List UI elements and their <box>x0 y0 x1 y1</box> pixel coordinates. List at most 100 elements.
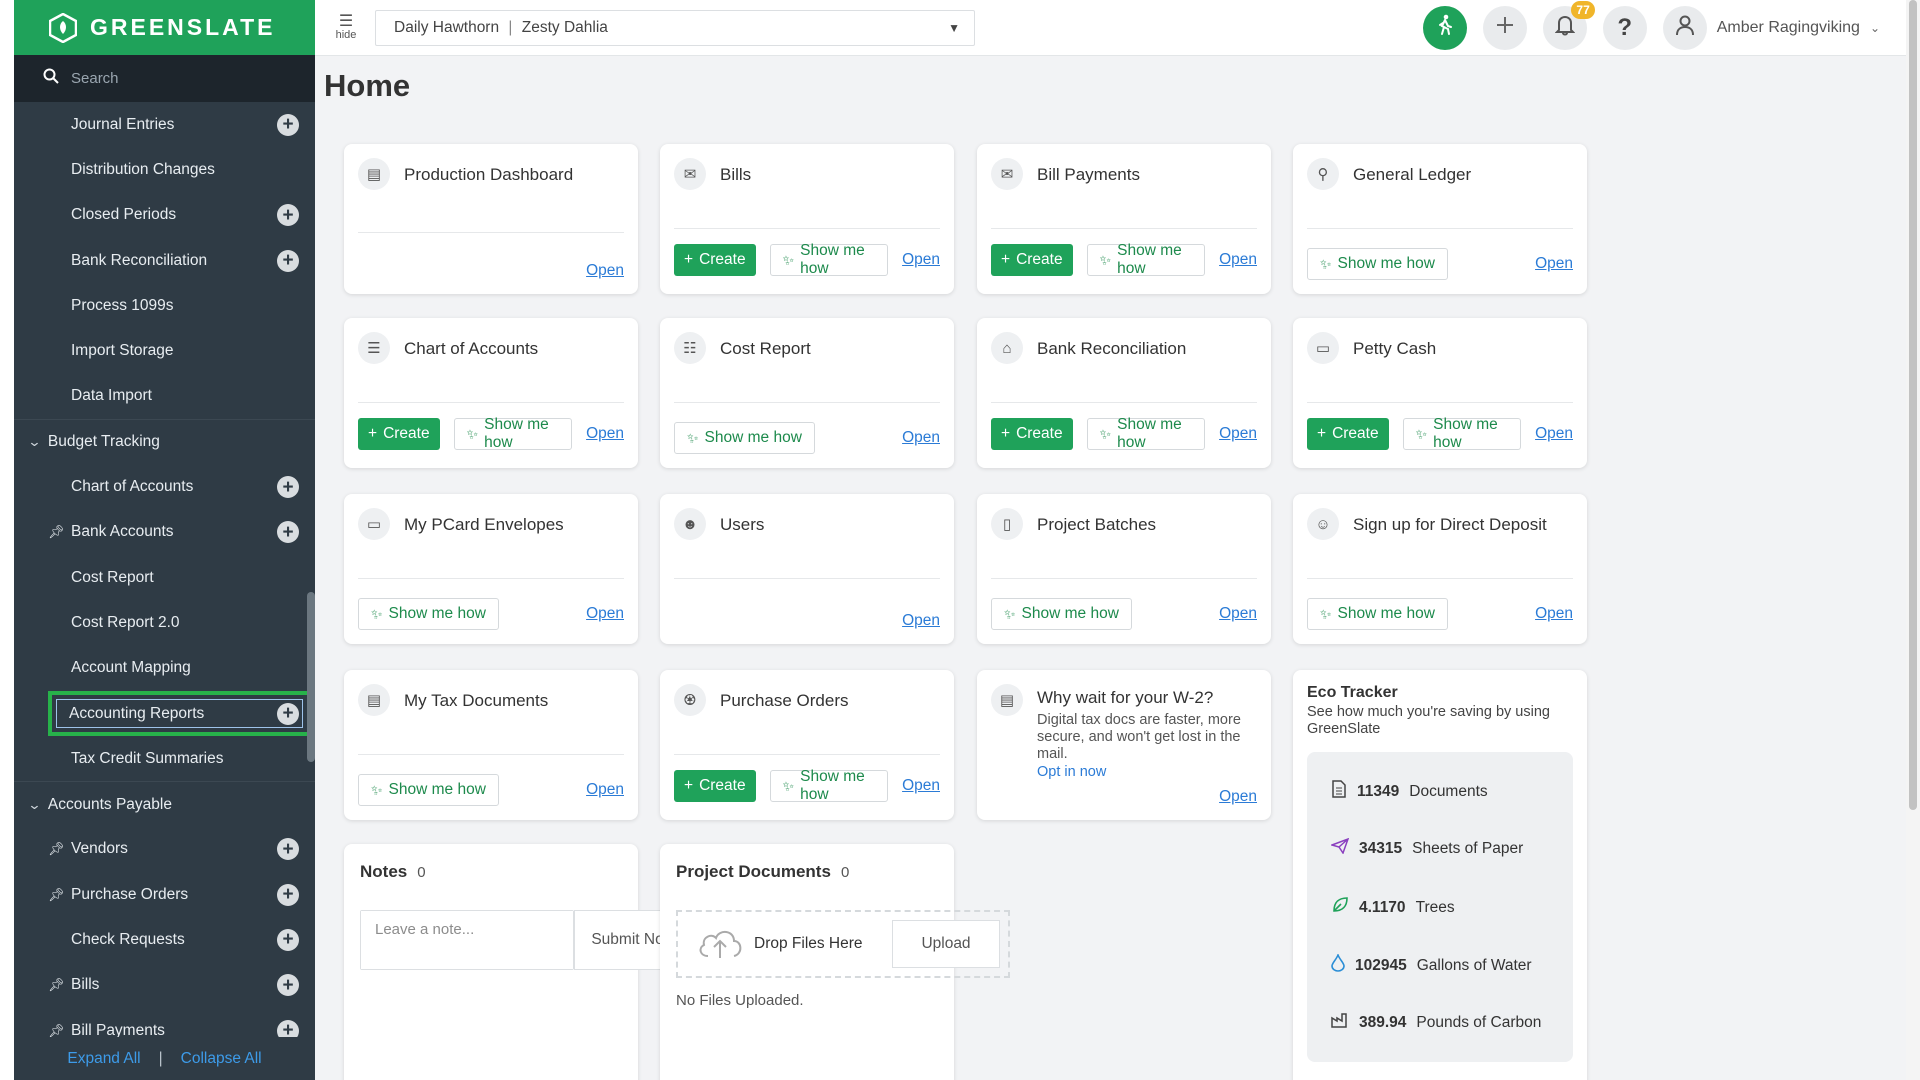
sidebar-item-journal-entries[interactable]: Journal Entries + <box>14 102 315 147</box>
file-drop-zone[interactable]: Drop Files Here Upload <box>676 910 1010 978</box>
create-button[interactable]: + Create <box>674 244 756 276</box>
show-me-how-button[interactable]: ✨︎ Show me how <box>1086 416 1206 451</box>
sidebar-item-account-mapping[interactable]: Account Mapping <box>14 646 315 691</box>
show-me-how-button[interactable]: ✨︎ Show me how <box>769 242 889 277</box>
notifications-button[interactable]: 77 <box>1542 0 1595 50</box>
upload-button[interactable]: Upload <box>892 920 1000 968</box>
create-button[interactable]: + Create <box>1307 418 1389 450</box>
add-account-button[interactable]: + <box>277 476 299 499</box>
open-link[interactable]: Open <box>586 262 624 280</box>
open-link[interactable]: Open <box>586 781 624 799</box>
open-link[interactable]: Open <box>586 605 624 623</box>
open-link[interactable]: Open <box>1219 425 1257 443</box>
open-link[interactable]: Open <box>1535 605 1573 623</box>
eco-subtitle: See how much you're saving by using Gree… <box>1307 704 1550 737</box>
page-scrollbar-thumb[interactable] <box>1909 0 1917 810</box>
pin-icon[interactable]: 📌︎ <box>48 977 65 993</box>
open-link[interactable]: Open <box>902 251 940 269</box>
show-me-how-button[interactable]: ✨︎ Show me how <box>1307 598 1448 630</box>
add-bank-account-button[interactable]: + <box>277 521 299 544</box>
add-bank-reconciliation-button[interactable]: + <box>277 249 299 272</box>
create-button[interactable]: + Create <box>358 418 440 450</box>
search-input[interactable] <box>71 70 271 87</box>
sidebar-item-bills[interactable]: 📌︎ Bills + <box>14 963 315 1008</box>
button-label: Create <box>1016 251 1063 268</box>
sidebar-search[interactable] <box>14 55 315 102</box>
open-link[interactable]: Open <box>1219 251 1257 269</box>
open-link[interactable]: Open <box>902 429 940 447</box>
project-selector[interactable]: Daily Hawthorn | Zesty Dahlia ▼ <box>375 9 975 46</box>
open-link[interactable]: Open <box>902 612 940 630</box>
show-me-how-button[interactable]: ✨︎ Show me how <box>358 598 499 630</box>
create-button[interactable]: + Create <box>674 770 756 802</box>
card-bank-reconciliation: ⌂ Bank Reconciliation + Create ✨︎ Show me h… <box>977 318 1271 468</box>
show-me-how-button[interactable]: ✨︎ Show me how <box>674 422 815 454</box>
sidebar-item-purchase-orders[interactable]: 📌︎ Purchase Orders + <box>14 872 315 917</box>
show-me-how-button[interactable]: ✨︎ Show me how <box>453 416 573 451</box>
open-link[interactable]: Open <box>1219 788 1257 806</box>
add-closed-period-button[interactable]: + <box>277 204 299 227</box>
sidebar-item-check-requests[interactable]: Check Requests + <box>14 917 315 962</box>
sidebar-item-import-storage[interactable]: Import Storage <box>14 328 315 373</box>
sidebar-item-accounting-reports[interactable]: Accounting Reports + <box>48 690 311 737</box>
brand-header[interactable]: GREENSLATE <box>14 0 315 55</box>
add-bill-payment-button[interactable]: + <box>277 1019 299 1037</box>
opt-in-link[interactable]: Opt in now <box>1037 764 1257 780</box>
note-input[interactable] <box>361 911 573 969</box>
open-link[interactable]: Open <box>1535 425 1573 443</box>
pin-icon[interactable]: 📌︎ <box>48 524 65 540</box>
open-link[interactable]: Open <box>586 425 624 443</box>
add-purchase-order-button[interactable]: + <box>277 883 299 906</box>
sidebar-item-process-1099s[interactable]: Process 1099s <box>14 283 315 328</box>
project-name: Zesty Dahlia <box>521 18 608 36</box>
create-button[interactable]: + Create <box>991 418 1073 450</box>
user-name: Amber Ragingviking <box>1716 18 1860 36</box>
add-bill-button[interactable]: + <box>277 974 299 997</box>
sidebar-item-cost-report[interactable]: Cost Report <box>14 555 315 600</box>
help-button[interactable]: ? <box>1602 5 1647 50</box>
open-link[interactable]: Open <box>1535 255 1573 273</box>
show-me-how-button[interactable]: ✨︎ Show me how <box>1402 416 1522 451</box>
open-link[interactable]: Open <box>1219 605 1257 623</box>
pin-icon[interactable]: 📌︎ <box>48 1023 65 1037</box>
hide-sidebar-button[interactable]: ☰ hide <box>323 0 369 56</box>
greenslate-logo-icon <box>48 12 78 43</box>
add-journal-entry-button[interactable]: + <box>277 113 299 136</box>
walking-person-icon: ✨︎ <box>1415 425 1428 442</box>
expand-all-link[interactable]: Expand All <box>67 1050 140 1068</box>
page-scrollbar[interactable] <box>1906 0 1920 1080</box>
sidebar-item-data-import[interactable]: Data Import <box>14 374 315 419</box>
quick-add-button[interactable] <box>1482 5 1527 50</box>
add-accounting-report-button[interactable]: + <box>277 702 299 725</box>
show-me-how-button[interactable]: ✨︎ Show me how <box>1086 242 1206 277</box>
pin-icon[interactable]: 📌︎ <box>48 841 65 857</box>
sidebar-item-tax-credit-summaries[interactable]: Tax Credit Summaries <box>14 736 315 781</box>
user-menu[interactable]: Amber Ragingviking ⌄ <box>1662 5 1880 50</box>
show-me-how-button[interactable]: ✨︎ Show me how <box>358 774 499 806</box>
walkthrough-button[interactable] <box>1422 5 1467 50</box>
sidebar-item-bank-reconciliation[interactable]: Bank Reconciliation + <box>14 238 315 283</box>
create-button[interactable]: + Create <box>991 244 1073 276</box>
show-me-how-button[interactable]: ✨︎ Show me how <box>991 598 1132 630</box>
sidebar-item-closed-periods[interactable]: Closed Periods + <box>14 193 315 238</box>
card-users: ☻ Users Open <box>660 494 954 644</box>
add-check-request-button[interactable]: + <box>277 928 299 951</box>
sidebar-section-budget-tracking[interactable]: ⌄ Budget Tracking <box>14 419 315 464</box>
sidebar-item-bill-payments[interactable]: 📌︎ Bill Payments + <box>14 1008 315 1037</box>
walking-person-icon: ✨︎ <box>782 251 795 268</box>
sidebar-section-accounts-payable[interactable]: ⌄ Accounts Payable <box>14 781 315 826</box>
show-me-how-button[interactable]: ✨︎ Show me how <box>769 768 889 803</box>
sidebar-item-chart-of-accounts[interactable]: Chart of Accounts + <box>14 464 315 509</box>
card-cost-report: ☷ Cost Report ✨︎ Show me how Open <box>660 318 954 468</box>
add-vendor-button[interactable]: + <box>277 838 299 861</box>
sidebar-item-cost-report-2[interactable]: Cost Report 2.0 <box>14 600 315 645</box>
show-me-how-button[interactable]: ✨︎ Show me how <box>1307 248 1448 280</box>
sidebar-item-label: Vendors <box>71 840 128 858</box>
open-link[interactable]: Open <box>902 777 940 795</box>
sidebar-scrollbar[interactable] <box>307 592 315 762</box>
pin-icon[interactable]: 📌︎ <box>48 887 65 903</box>
collapse-all-link[interactable]: Collapse All <box>181 1050 262 1068</box>
sidebar-item-distribution-changes[interactable]: Distribution Changes <box>14 147 315 192</box>
sidebar-item-vendors[interactable]: 📌︎ Vendors + <box>14 827 315 872</box>
sidebar-item-bank-accounts[interactable]: 📌︎ Bank Accounts + <box>14 510 315 555</box>
